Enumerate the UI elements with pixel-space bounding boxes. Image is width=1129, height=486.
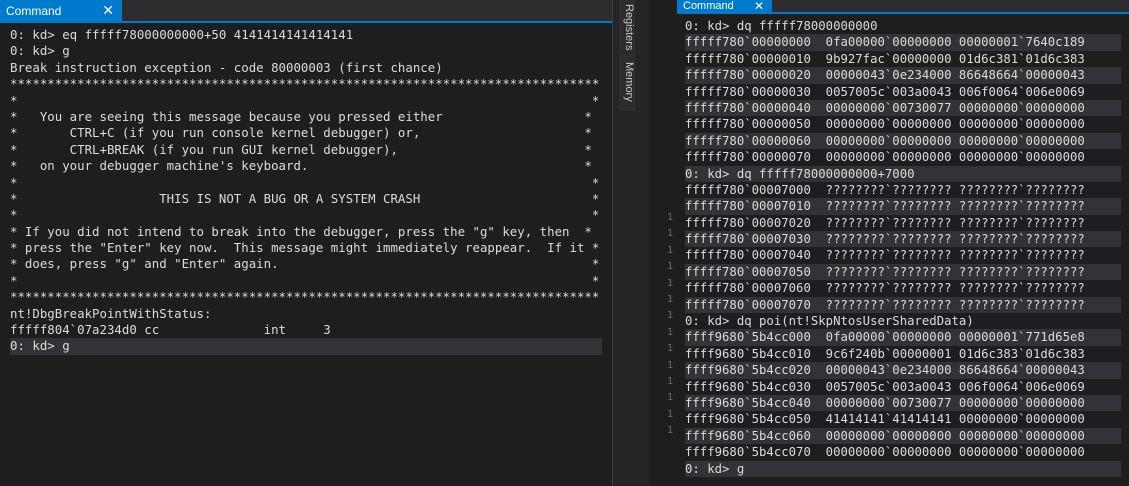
output-line: ffff9680`5b4cc040 00000000`00730077 0000… [685,394,1121,412]
output-line: ffff9680`5b4cc000 0fa00000`00000000 0000… [685,329,1121,346]
left-tabstrip: Command ✕ [0,0,612,23]
gutter-number: 1 [666,392,673,404]
gutter-number: 1 [666,343,673,355]
output-line: fffff780`00000070 00000000`00000000 0000… [685,150,1085,165]
command-prompt-line: 0: kd> g [10,43,70,59]
output-line: * * [10,272,600,288]
tab-memory[interactable]: Memory [619,53,635,111]
output-line: ffff9680`5b4cc060 00000000`00000000 0000… [685,427,1121,445]
output-line: * on your debugger machine's keyboard. * [10,158,592,174]
output-line: fffff780`00007060 ????????`???????? ????… [685,281,1085,296]
output-line: * * [10,174,600,190]
output-line: * CTRL+C (if you run console kernel debu… [10,125,592,141]
output-line: fffff780`00007040 ????????`???????? ????… [685,248,1085,263]
output-line: ****************************************… [10,76,600,92]
output-line: ****************************************… [10,289,600,305]
output-line: fffff780`00000050 00000000`00000000 0000… [685,117,1085,132]
gutter-number: 1 [666,294,673,305]
command-prompt-line: 0: kd> dq poi(nt!SkpNtosUserSharedData) [685,314,974,329]
gutter-number: 1 [666,326,673,338]
output-line: fffff780`00007010 ????????`???????? ????… [685,198,1121,215]
output-line: * THIS IS NOT A BUG OR A SYSTEM CRASH * [10,190,600,206]
output-line: * press the "Enter" key now. This messag… [10,240,600,256]
gutter-number: 1 [666,310,673,322]
line-number-gutter: 1 1 1 1 1 1 1 1 1 1 1 1 1 1 [649,0,677,486]
gutter-number: 1 [666,425,673,437]
output-line: ffff9680`5b4cc020 00000043`0e234000 8664… [685,362,1121,379]
tab-title: Command [6,3,62,18]
close-icon[interactable]: ✕ [754,0,764,13]
command-output-right[interactable]: 0: kd> dq fffff78000000000 fffff780`00000… [677,18,1129,486]
docked-window-sidebar: Registers Memory 1 1 1 1 1 1 1 1 1 1 1 1 1 1 [612,0,677,486]
output-line: * * [10,207,600,223]
gutter-number: 1 [666,376,673,387]
output-line: fffff780`00000040 00000000`00730077 0000… [685,99,1121,117]
tab-registers[interactable]: Registers [619,0,635,52]
left-command-pane: Command ✕ 0: kd> eq fffff78000000000+50 … [0,0,612,486]
output-line: nt!DbgBreakPointWithStatus: [10,305,212,321]
command-output-left[interactable]: 0: kd> eq fffff78000000000+50 4141414141… [0,27,612,486]
output-line: Break instruction exception - code 80000… [10,59,443,75]
gutter-number: 1 [666,244,673,256]
output-line: * does, press "g" and "Enter" again. * [10,256,600,272]
gutter-number: 1 [666,261,673,273]
output-line: fffff780`00000060 00000000`00000000 0000… [685,132,1121,150]
gutter-number: 1 [666,277,673,289]
output-line: fffff780`00007050 ????????`???????? ????… [685,263,1121,281]
command-prompt-line: 0: kd> dq fffff78000000000 [685,19,878,33]
output-line: ffff9680`5b4cc050 41414141`41414141 0000… [685,412,1085,427]
gutter-number: 1 [666,359,673,371]
output-line: fffff780`00007000 ????????`???????? ????… [685,182,1085,197]
gutter-number: 1 [666,408,673,420]
gutter-number: 1 [666,228,673,240]
output-line: ffff9680`5b4cc070 00000000`00000000 0000… [685,445,1085,460]
output-line: * You are seeing this message because yo… [10,108,592,124]
tab-command-right[interactable]: Command ✕ [677,0,772,13]
gutter-number: 1 [666,212,673,223]
output-line: fffff780`00000010 9b927fac`00000000 01d6… [685,51,1085,66]
output-line: * CTRL+BREAK (if you run GUI kernel debu… [10,141,592,157]
output-line: fffff780`00000020 00000043`0e234000 8664… [685,67,1121,84]
tab-title: Command [683,0,734,12]
output-line: * If you did not intend to break into th… [10,223,592,239]
output-line: fffff780`00007030 ????????`???????? ????… [685,231,1121,248]
close-icon[interactable]: ✕ [102,3,114,17]
command-prompt-line: 0: kd> dq fffff78000000000+7000 [685,165,1121,182]
command-prompt-line: 0: kd> g [685,460,1121,477]
right-command-pane: Command ✕ 0: kd> dq fffff78000000000 ffff… [677,0,1129,486]
command-prompt-line: 0: kd> eq fffff78000000000+50 4141414141… [10,27,354,42]
output-line: ffff9680`5b4cc030 0057005c`003a0043 006f… [685,379,1085,394]
output-line: fffff780`00007070 ????????`???????? ????… [685,296,1121,314]
output-line: fffff780`00007020 ????????`???????? ????… [685,215,1085,230]
output-line: fffff804`07a234d0 cc int 3 [10,322,331,338]
output-line: fffff780`00000000 0fa00000`00000000 0000… [685,34,1121,51]
output-line: ffff9680`5b4cc010 9c6f240b`00000001 01d6… [685,346,1085,361]
output-line: * * [10,92,600,108]
right-tabstrip: Command ✕ [677,0,1129,14]
output-line: fffff780`00000030 0057005c`003a0043 006f… [685,84,1085,99]
command-prompt-line: 0: kd> g [10,338,602,355]
tab-command-left[interactable]: Command ✕ [0,0,122,21]
